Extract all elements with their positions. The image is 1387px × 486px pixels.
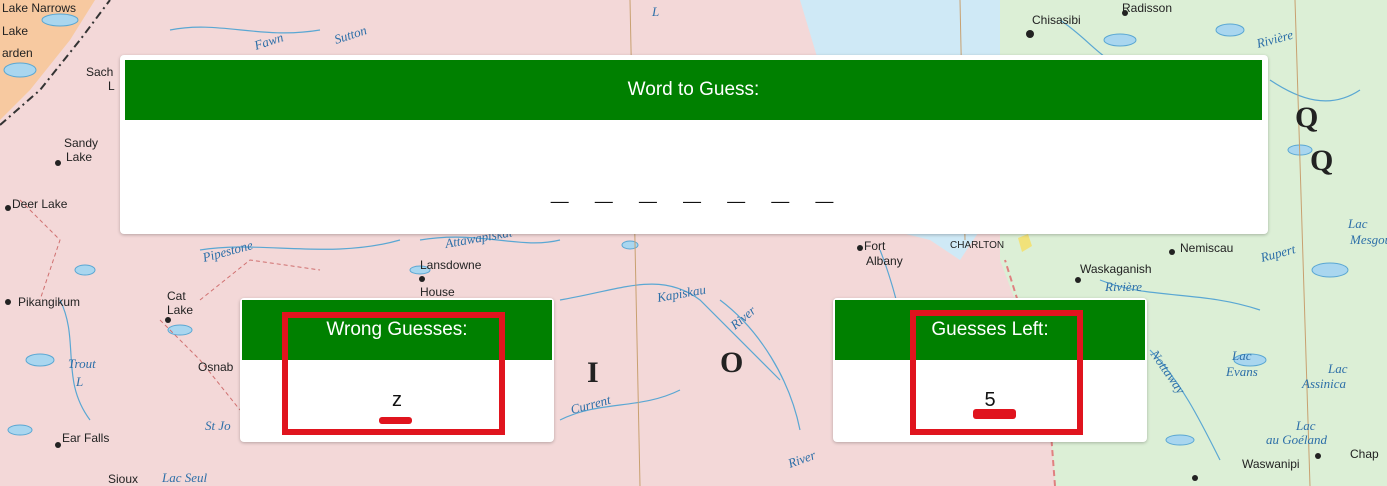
map-label: Chisasibi — [1032, 13, 1081, 27]
map-label: Fort — [864, 239, 886, 253]
map-label: L — [75, 374, 83, 389]
map-label: St Jo — [205, 418, 231, 433]
map-label: Lac — [1347, 216, 1368, 231]
map-label: Lac — [1295, 418, 1316, 433]
map-label: au Goéland — [1266, 432, 1328, 447]
map-label: Lac — [1327, 361, 1348, 376]
map-label: Cat — [167, 289, 186, 303]
map-label: House — [420, 285, 455, 299]
map-label: Albany — [866, 254, 903, 268]
word-to-guess-card: Word to Guess: _ _ _ _ _ _ _ — [120, 55, 1268, 234]
map-label: Waswanipi — [1242, 457, 1300, 471]
map-label: Assinica — [1301, 376, 1347, 391]
map-label: L — [651, 4, 659, 19]
map-label: Radisson — [1122, 1, 1172, 15]
map-label: Sandy — [64, 136, 98, 150]
map-label: Deer Lake — [12, 197, 68, 211]
map-label: Osnab — [198, 360, 234, 374]
map-label: Lac Seul — [161, 470, 208, 485]
map-label: Lake — [2, 24, 28, 38]
map-label: Sioux — [108, 472, 138, 486]
map-label: Waskaganish — [1080, 262, 1152, 276]
map-label: arden — [2, 46, 33, 60]
map-label: Lac — [1231, 348, 1252, 363]
map-label: Q — [1310, 144, 1333, 177]
wrong-guesses-highlight-mark — [379, 417, 412, 424]
map-label: O — [720, 346, 743, 379]
map-label: Nemiscau — [1180, 241, 1233, 255]
map-label: Mesgou — [1349, 232, 1387, 247]
word-to-guess-title: Word to Guess: — [627, 79, 760, 100]
word-to-guess-header: Word to Guess: — [125, 60, 1262, 120]
map-label: CHARLTON — [950, 240, 1004, 251]
map-label: Ear Falls — [62, 431, 109, 445]
map-label: Sach — [86, 65, 113, 79]
map-label: L — [108, 79, 115, 93]
guesses-left-highlight-mark — [973, 409, 1016, 419]
map-label: Chap — [1350, 447, 1379, 461]
word-blanks: _ _ _ _ _ _ _ — [550, 169, 838, 204]
map-label: Lake — [167, 303, 193, 317]
map-label: Rivière — [1104, 279, 1142, 294]
map-label: Trout — [68, 356, 96, 371]
map-label: Lake — [66, 150, 92, 164]
map-label: Lansdowne — [420, 258, 482, 272]
map-label: I — [587, 356, 599, 389]
map-label: Q — [1295, 101, 1318, 134]
map-label: Lake Narrows — [2, 1, 76, 15]
map-label: Evans — [1225, 364, 1258, 379]
map-label: Pikangikum — [18, 295, 80, 309]
